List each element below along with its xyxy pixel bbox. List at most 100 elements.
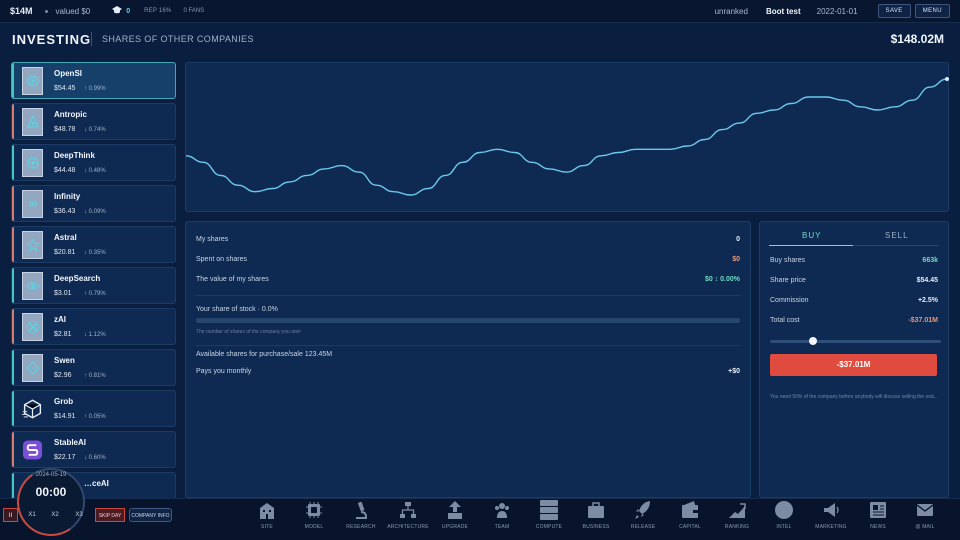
- save-button[interactable]: SAVE: [877, 4, 911, 18]
- buy-shares-row: Buy shares 663k: [770, 257, 938, 264]
- company-card-astral[interactable]: Astral $20.81 ↓ 0.35%: [11, 226, 176, 263]
- nav-model[interactable]: MODEL: [294, 498, 334, 540]
- company-name: Infinity: [54, 192, 81, 201]
- speed-x2-button[interactable]: X2: [47, 508, 63, 522]
- company-card-infinity[interactable]: Infinity $36.43 ↓ 0.09%: [11, 185, 176, 222]
- company-name: Grob: [54, 397, 74, 406]
- nav-research[interactable]: RESEARCH: [341, 498, 381, 540]
- nav-intel[interactable]: INTEL: [764, 498, 804, 540]
- menu-button[interactable]: MENU: [914, 4, 950, 18]
- nav-label: NEWS: [870, 524, 886, 530]
- card-edge: [12, 145, 14, 180]
- page-header: INVESTING SHARES OF OTHER COMPANIES $148…: [0, 24, 960, 56]
- purchase-note: You need 50% of the company before anybo…: [770, 394, 937, 400]
- price-change: ↑ 0.81%: [84, 373, 106, 379]
- infinity-logo-icon: [22, 190, 43, 218]
- trade-panel: BUY SELL Buy shares 663k Share price $54…: [759, 221, 949, 498]
- clock-date: 2024-05-19: [35, 472, 67, 478]
- nav-capital[interactable]: CAPITAL: [670, 498, 710, 540]
- chip-icon: [306, 502, 322, 518]
- tab-sell[interactable]: SELL: [885, 231, 909, 240]
- price-change: ↓ 0.48%: [84, 168, 106, 174]
- monthly-label: Pays you monthly: [196, 368, 252, 375]
- total-cost-value: -$37.01M: [908, 317, 938, 324]
- pause-button[interactable]: II: [3, 508, 18, 522]
- value-label: The value of my shares: [196, 276, 269, 283]
- star-logo-icon: [22, 231, 43, 259]
- slider-handle[interactable]: [809, 337, 817, 345]
- price-change: ↓ 0.60%: [84, 455, 106, 461]
- price-change: ↓ 0.74%: [84, 127, 106, 133]
- nav-label: COMPUTE: [535, 524, 563, 530]
- available-shares: Available shares for purchase/sale 123.4…: [196, 351, 333, 358]
- available-shares-row: Available shares for purchase/sale 123.4…: [196, 351, 740, 358]
- nav-release[interactable]: RELEASE: [623, 498, 663, 540]
- nav-news[interactable]: NEWS: [858, 498, 898, 540]
- company-info-button[interactable]: COMPANY INFO: [129, 508, 172, 522]
- rocket-icon: [635, 501, 650, 519]
- buy-button[interactable]: -$37.01M: [770, 354, 937, 376]
- company-card-stableai[interactable]: StableAI $22.17 ↓ 0.60%: [11, 431, 176, 468]
- share-price: $48.78: [54, 126, 76, 133]
- nav-ranking[interactable]: RANKING: [717, 498, 757, 540]
- company-name: DeepThink: [54, 151, 95, 160]
- megaphone-icon: [824, 503, 839, 517]
- nav-upgrade[interactable]: UPGRADE: [435, 498, 475, 540]
- nav-site[interactable]: SITE: [247, 498, 287, 540]
- price-chart: [185, 62, 949, 212]
- card-edge: [12, 227, 14, 262]
- nav-architecture[interactable]: ARCHITECTURE: [387, 498, 429, 540]
- page-subtitle: SHARES OF OTHER COMPANIES: [102, 34, 254, 44]
- company-name: Boot test: [765, 6, 801, 16]
- skip-day-button[interactable]: SKIP DAY: [95, 508, 125, 522]
- s-logo-icon: [22, 436, 43, 464]
- price-change: ↓ 0.09%: [84, 209, 106, 215]
- company-card-antropic[interactable]: Antropic $48.78 ↓ 0.74%: [11, 103, 176, 140]
- nav-label: INTEL: [776, 524, 792, 530]
- nav-label: TEAM: [494, 524, 510, 530]
- nav-marketing[interactable]: MARKETING: [811, 498, 851, 540]
- price-line: [185, 78, 948, 196]
- monthly-value: +$0: [728, 368, 740, 375]
- company-card-deepsearch[interactable]: DeepSearch $3.01 ↑ 0.79%: [11, 267, 176, 304]
- company-card-grob[interactable]: Grob $14.91 ↑ 0.05%: [11, 390, 176, 427]
- tab-buy[interactable]: BUY: [802, 231, 821, 240]
- nav-business[interactable]: BUSINESS: [576, 498, 616, 540]
- buy-shares-label: Buy shares: [770, 257, 806, 264]
- tab-underline: [853, 245, 939, 246]
- company-card-swen[interactable]: Swen $2.96 ↑ 0.81%: [11, 349, 176, 386]
- nav-mail[interactable]: @ MAIL: [905, 498, 945, 540]
- eye-logo-icon: [22, 272, 43, 300]
- company-name: zAI: [54, 315, 66, 324]
- card-edge: [12, 391, 14, 426]
- nav-label: MODEL: [304, 524, 324, 530]
- company-card-opensi[interactable]: OpenSI $54.45 ↑ 0.99%: [11, 62, 176, 99]
- price-change: ↑ 0.99%: [84, 86, 106, 92]
- holdings-panel: My shares 0 Spent on shares $0 The value…: [185, 221, 751, 498]
- ownership-hint: The number of shares of the company you …: [196, 329, 301, 335]
- company-list[interactable]: OpenSI $54.45 ↑ 0.99% Antropic $48.78 ↓ …: [11, 62, 176, 498]
- fans-count: 0 FANS: [183, 8, 205, 14]
- nav-team[interactable]: TEAM: [482, 498, 522, 540]
- monthly-row: Pays you monthly +$0: [196, 368, 740, 375]
- company-name: DeepSearch: [54, 274, 101, 283]
- company-card-zai[interactable]: zAI $2.81 ↓ 1.12%: [11, 308, 176, 345]
- value-value: $0 ↕ 0.00%: [704, 276, 740, 283]
- research-count: 0: [126, 7, 131, 15]
- share-amount-slider[interactable]: [770, 337, 941, 345]
- share-price: $22.17: [54, 454, 76, 461]
- mail-icon: [916, 504, 934, 516]
- my-shares-label: My shares: [196, 236, 229, 243]
- speed-x3-button[interactable]: X3: [71, 508, 87, 522]
- spent-label: Spent on shares: [196, 256, 247, 263]
- company-card-deepthink[interactable]: DeepThink $44.48 ↓ 0.48%: [11, 144, 176, 181]
- share-price: $14.91: [54, 413, 76, 420]
- speed-x1-button[interactable]: X1: [24, 508, 40, 522]
- nav-compute[interactable]: COMPUTE: [529, 498, 569, 540]
- company-name: StableAI: [54, 438, 87, 447]
- nav-label: MARKETING: [815, 524, 847, 530]
- team-icon: [495, 503, 509, 518]
- company-name: Astral: [54, 233, 77, 242]
- last-price-point: [945, 77, 949, 81]
- price-chart-svg: [185, 77, 949, 196]
